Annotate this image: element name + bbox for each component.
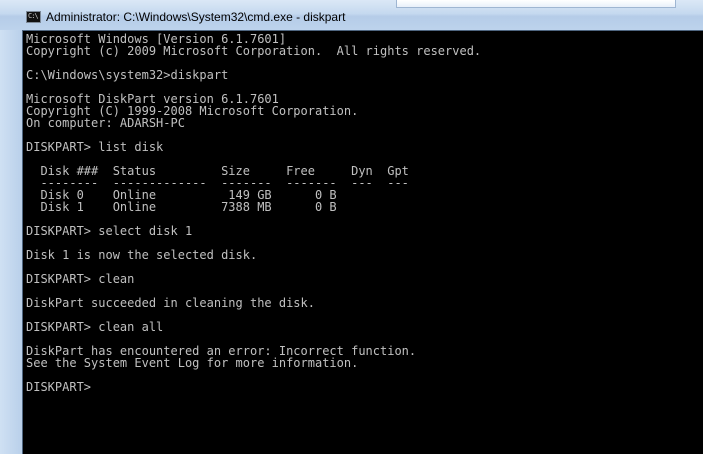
console-line: DiskPart succeeded in cleaning the disk. (26, 296, 315, 310)
console-line: DISKPART> (26, 380, 99, 394)
cmd-window: C:\ Administrator: C:\Windows\System32\c… (0, 0, 703, 454)
window-title: Administrator: C:\Windows\System32\cmd.e… (46, 10, 346, 24)
command-prompt-icon[interactable]: C:\ (26, 11, 41, 23)
console-line: On computer: ADARSH-PC (26, 116, 185, 130)
command-prompt-icon-text: C:\ (28, 12, 39, 20)
title-bar[interactable]: C:\ Administrator: C:\Windows\System32\c… (0, 0, 703, 30)
console-line: Disk 1 Online 7388 MB 0 B (26, 200, 337, 214)
console-line: DISKPART> list disk (26, 140, 164, 154)
console-area[interactable]: Microsoft Windows [Version 6.1.7601] Copy… (22, 30, 703, 454)
console-line: DISKPART> clean (26, 272, 135, 286)
console-line: Copyright (c) 2009 Microsoft Corporation… (26, 44, 482, 58)
console-line: Disk 1 is now the selected disk. (26, 248, 258, 262)
caption-buttons-area[interactable] (396, 0, 676, 8)
console-line: DISKPART> select disk 1 (26, 224, 193, 238)
window-frame-left (0, 30, 22, 454)
console-line: C:\Windows\system32>diskpart (26, 68, 229, 82)
console-output: Microsoft Windows [Version 6.1.7601] Copy… (26, 33, 481, 393)
console-line: See the System Event Log for more inform… (26, 356, 359, 370)
console-line: DISKPART> clean all (26, 320, 164, 334)
